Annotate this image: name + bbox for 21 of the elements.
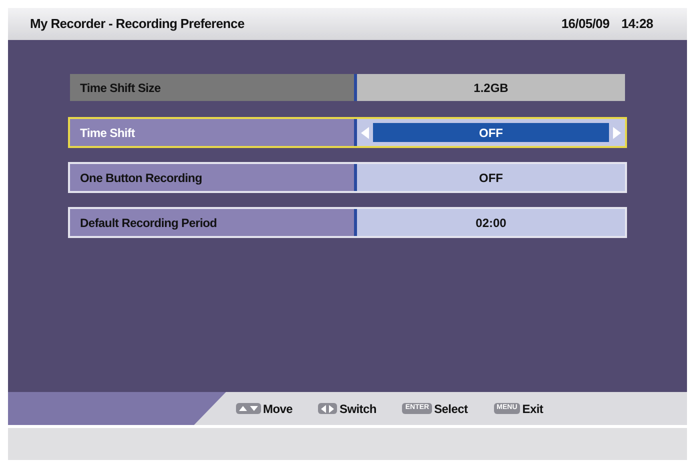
setting-row[interactable]: Time Shift OFF — [68, 117, 627, 148]
date-text: 16/05/09 — [561, 15, 610, 34]
screen-title: My Recorder - Recording Preference — [30, 15, 244, 34]
hint-label: Move — [263, 400, 292, 418]
setting-label: Time Shift — [70, 119, 357, 146]
hint-label: Switch — [339, 400, 376, 418]
left-right-key-icon — [318, 403, 338, 414]
setting-row[interactable]: Default Recording Period 02:00 — [68, 207, 627, 238]
setting-value: OFF — [373, 123, 609, 142]
up-down-key-icon — [236, 403, 261, 414]
setting-value: 1.2GB — [357, 74, 625, 101]
setting-label: One Button Recording — [70, 164, 357, 191]
setting-label: Default Recording Period — [70, 209, 357, 236]
right-arrow-icon[interactable] — [613, 126, 621, 138]
time-text: 14:28 — [621, 15, 653, 34]
setting-label: Time Shift Size — [70, 74, 357, 101]
hint-label: Exit — [522, 400, 544, 418]
setting-value: OFF — [357, 164, 625, 191]
hint-label: Select — [434, 400, 468, 418]
setting-value: 02:00 — [357, 209, 625, 236]
setting-row[interactable]: One Button Recording OFF — [68, 162, 627, 193]
